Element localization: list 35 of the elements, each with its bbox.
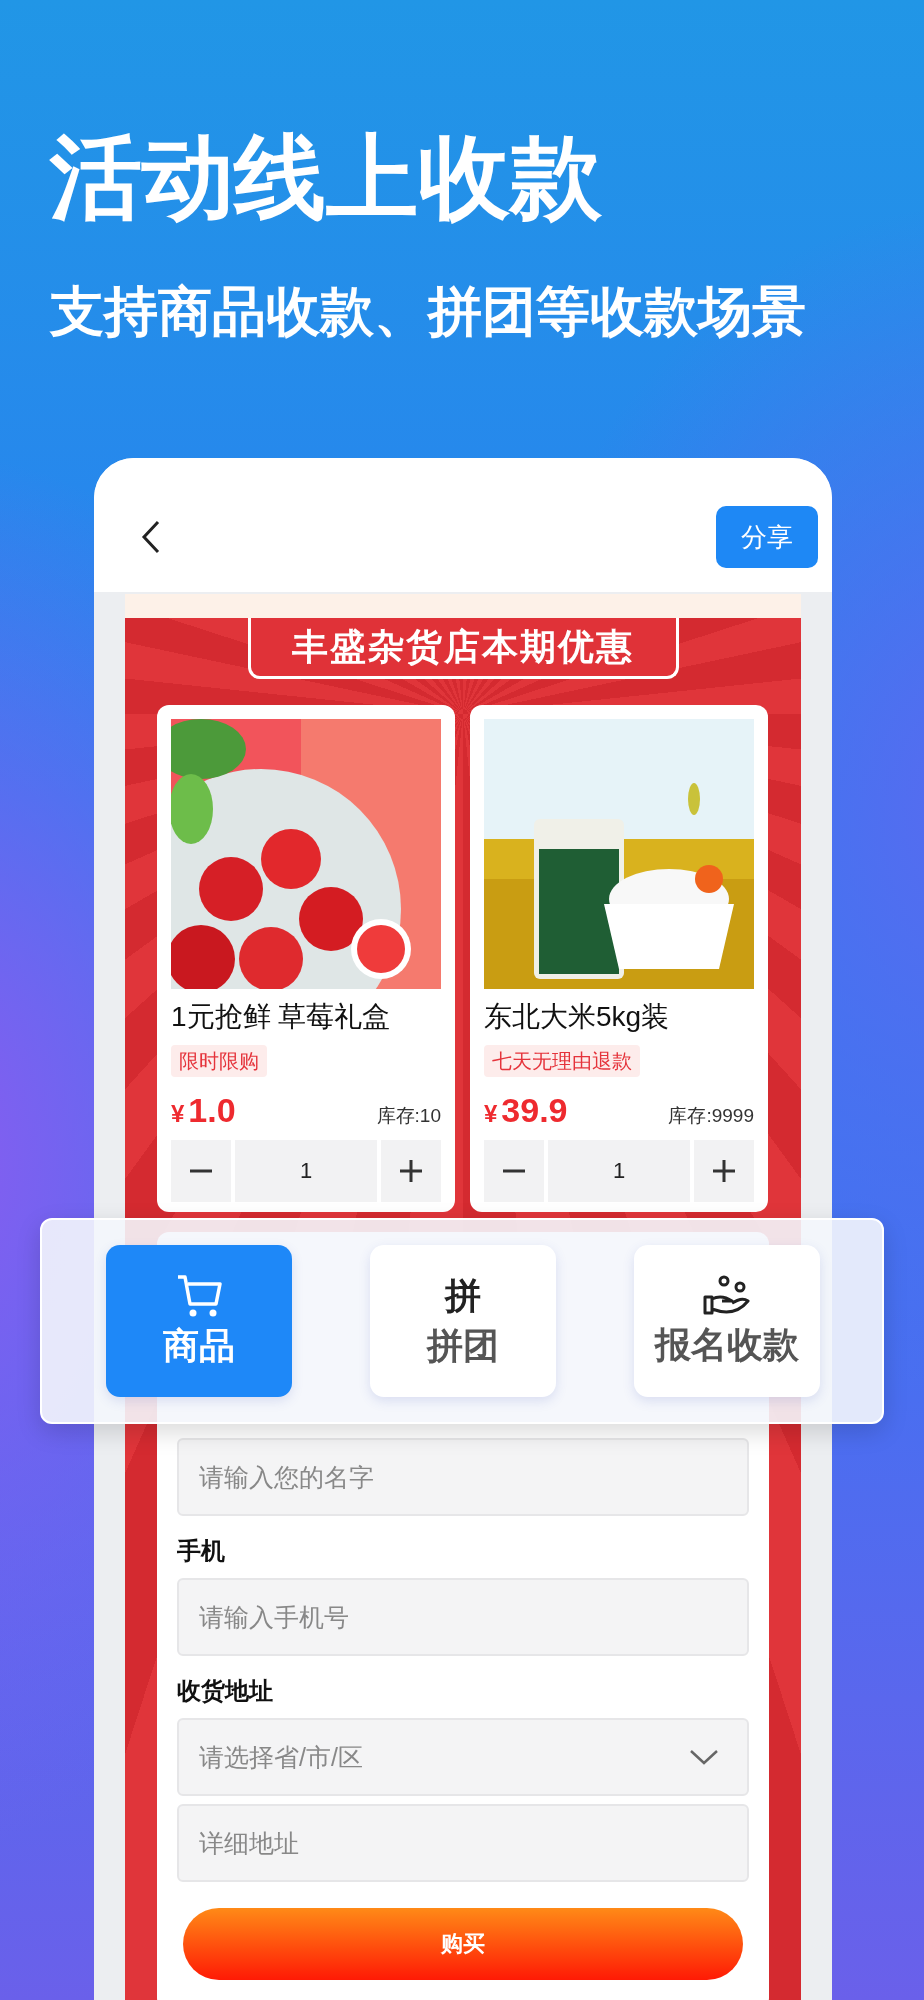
minus-icon: [501, 1169, 527, 1173]
increase-button[interactable]: [381, 1140, 441, 1202]
cart-icon: [176, 1274, 222, 1318]
product-name: 东北大米5kg装: [484, 1000, 671, 1034]
product-price: ¥1.0: [171, 1091, 236, 1130]
input-field[interactable]: 详细地址: [177, 1804, 749, 1882]
input-field[interactable]: 请输入您的名字: [177, 1438, 749, 1516]
banner-title: 丰盛杂货店本期优惠: [247, 618, 679, 679]
decrease-button[interactable]: [171, 1140, 231, 1202]
back-icon[interactable]: [140, 519, 162, 555]
headline: 活动线上收款: [48, 125, 603, 230]
minus-icon: [188, 1169, 214, 1173]
increase-button[interactable]: [694, 1140, 754, 1202]
tab-glyph: 拼: [445, 1274, 481, 1318]
quantity-field[interactable]: 1: [235, 1140, 377, 1202]
decrease-button[interactable]: [484, 1140, 544, 1202]
share-button[interactable]: 分享: [716, 506, 818, 568]
plus-icon: [398, 1158, 424, 1184]
field-label: 收货地址: [177, 1676, 274, 1706]
product-price: ¥39.9: [484, 1091, 568, 1130]
payment-type-tab[interactable]: 报名收款: [634, 1245, 820, 1397]
subheadline: 支持商品收款、拼团等收款场景: [48, 280, 807, 343]
stock-count: 库存:9999: [668, 1104, 754, 1128]
quantity-field[interactable]: 1: [548, 1140, 690, 1202]
product-name: 1元抢鲜 草莓礼盒: [171, 1000, 392, 1034]
product-tag: 七天无理由退款: [484, 1045, 640, 1077]
input-field[interactable]: 请输入手机号: [177, 1578, 749, 1656]
chevron-down-icon: [689, 1748, 719, 1766]
payment-type-tab[interactable]: 拼 拼团: [370, 1245, 556, 1397]
hand-coins-icon: [702, 1275, 752, 1317]
product-tag: 限时限购: [171, 1045, 267, 1077]
plus-icon: [711, 1158, 737, 1184]
payment-type-tab[interactable]: 商品: [106, 1245, 292, 1397]
stock-count: 库存:10: [376, 1104, 441, 1128]
field-label: 手机: [177, 1536, 226, 1566]
